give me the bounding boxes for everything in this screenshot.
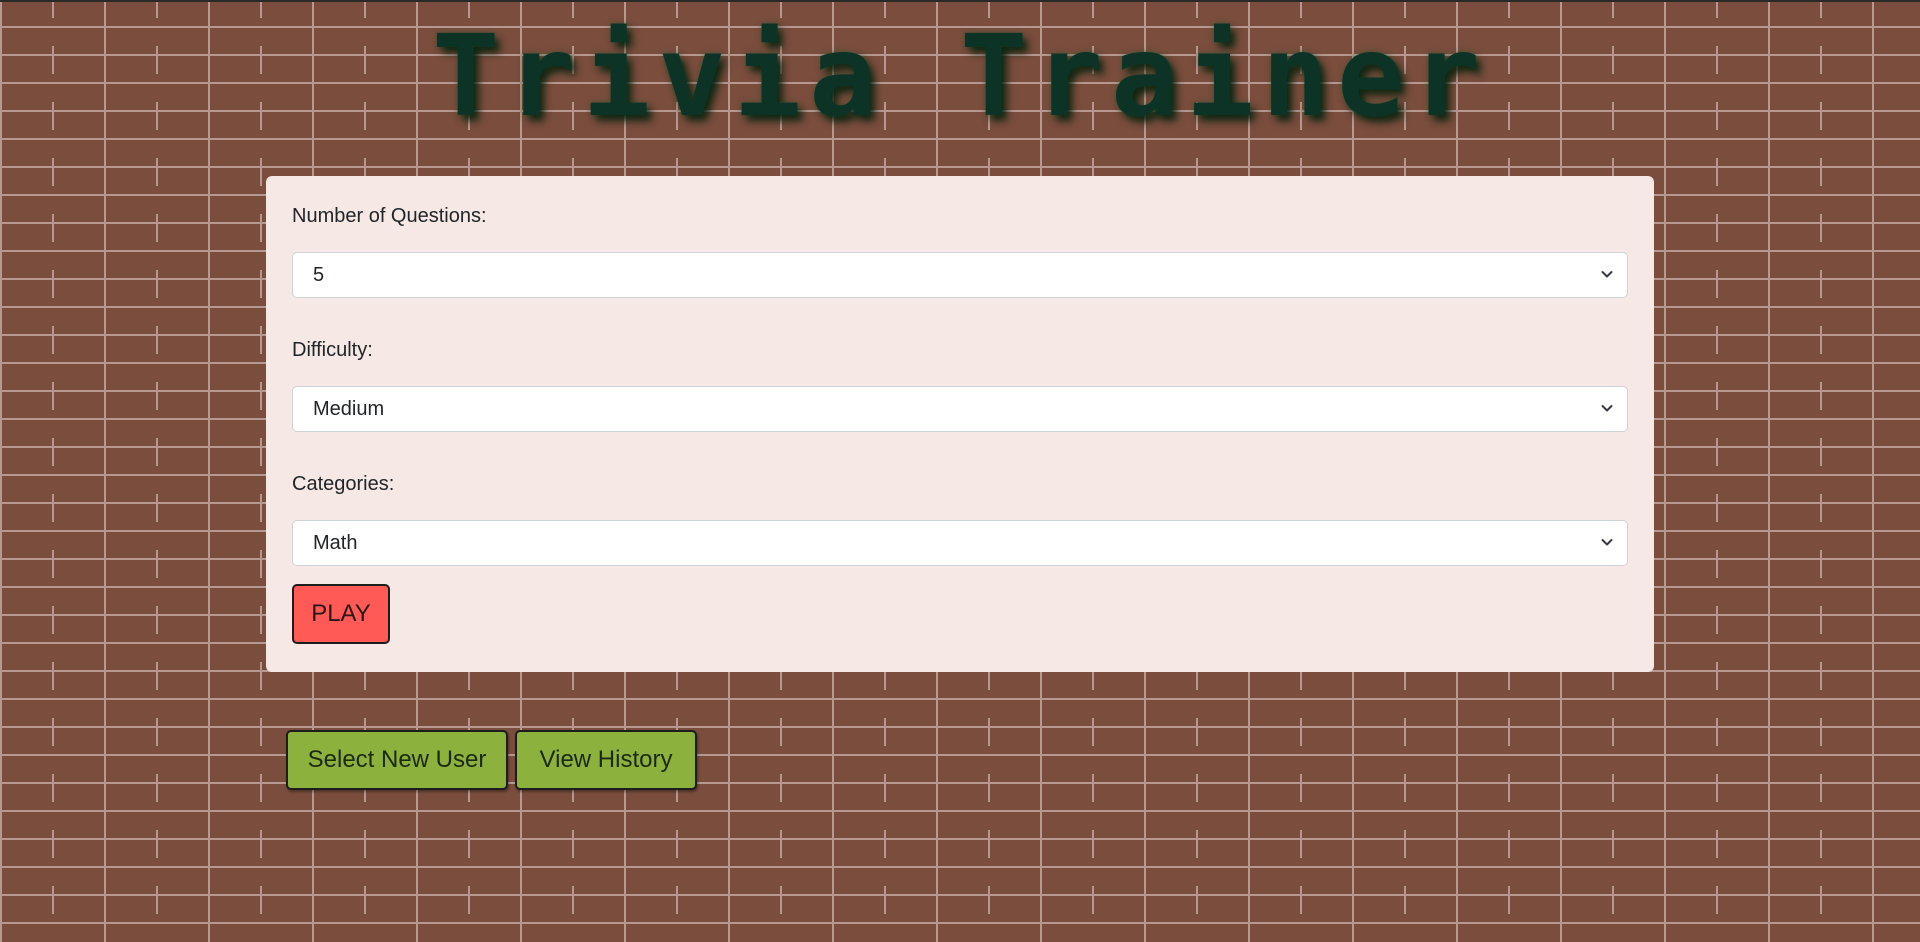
chevron-down-icon [1601,539,1613,546]
page-title: Trivia Trainer [431,12,1488,142]
chevron-down-icon [1601,271,1613,278]
categories-select-value: Math [313,532,358,554]
difficulty-label: Difficulty: [292,339,373,361]
questions-select-value: 5 [313,264,325,286]
window-top-border [0,0,1920,2]
difficulty-select[interactable]: Medium [292,386,1628,432]
play-button[interactable]: PLAY [292,584,390,644]
chevron-down-icon [1601,405,1613,412]
questions-select[interactable]: 5 [292,252,1628,298]
categories-select[interactable]: Math [292,520,1628,566]
categories-label: Categories: [292,473,395,495]
view-history-button[interactable]: View History [515,730,697,790]
select-new-user-button[interactable]: Select New User [286,730,508,790]
difficulty-select-value: Medium [313,398,385,420]
questions-label: Number of Questions: [292,205,487,227]
quiz-settings-card: Number of Questions: 5 Difficulty: Mediu… [266,176,1654,672]
